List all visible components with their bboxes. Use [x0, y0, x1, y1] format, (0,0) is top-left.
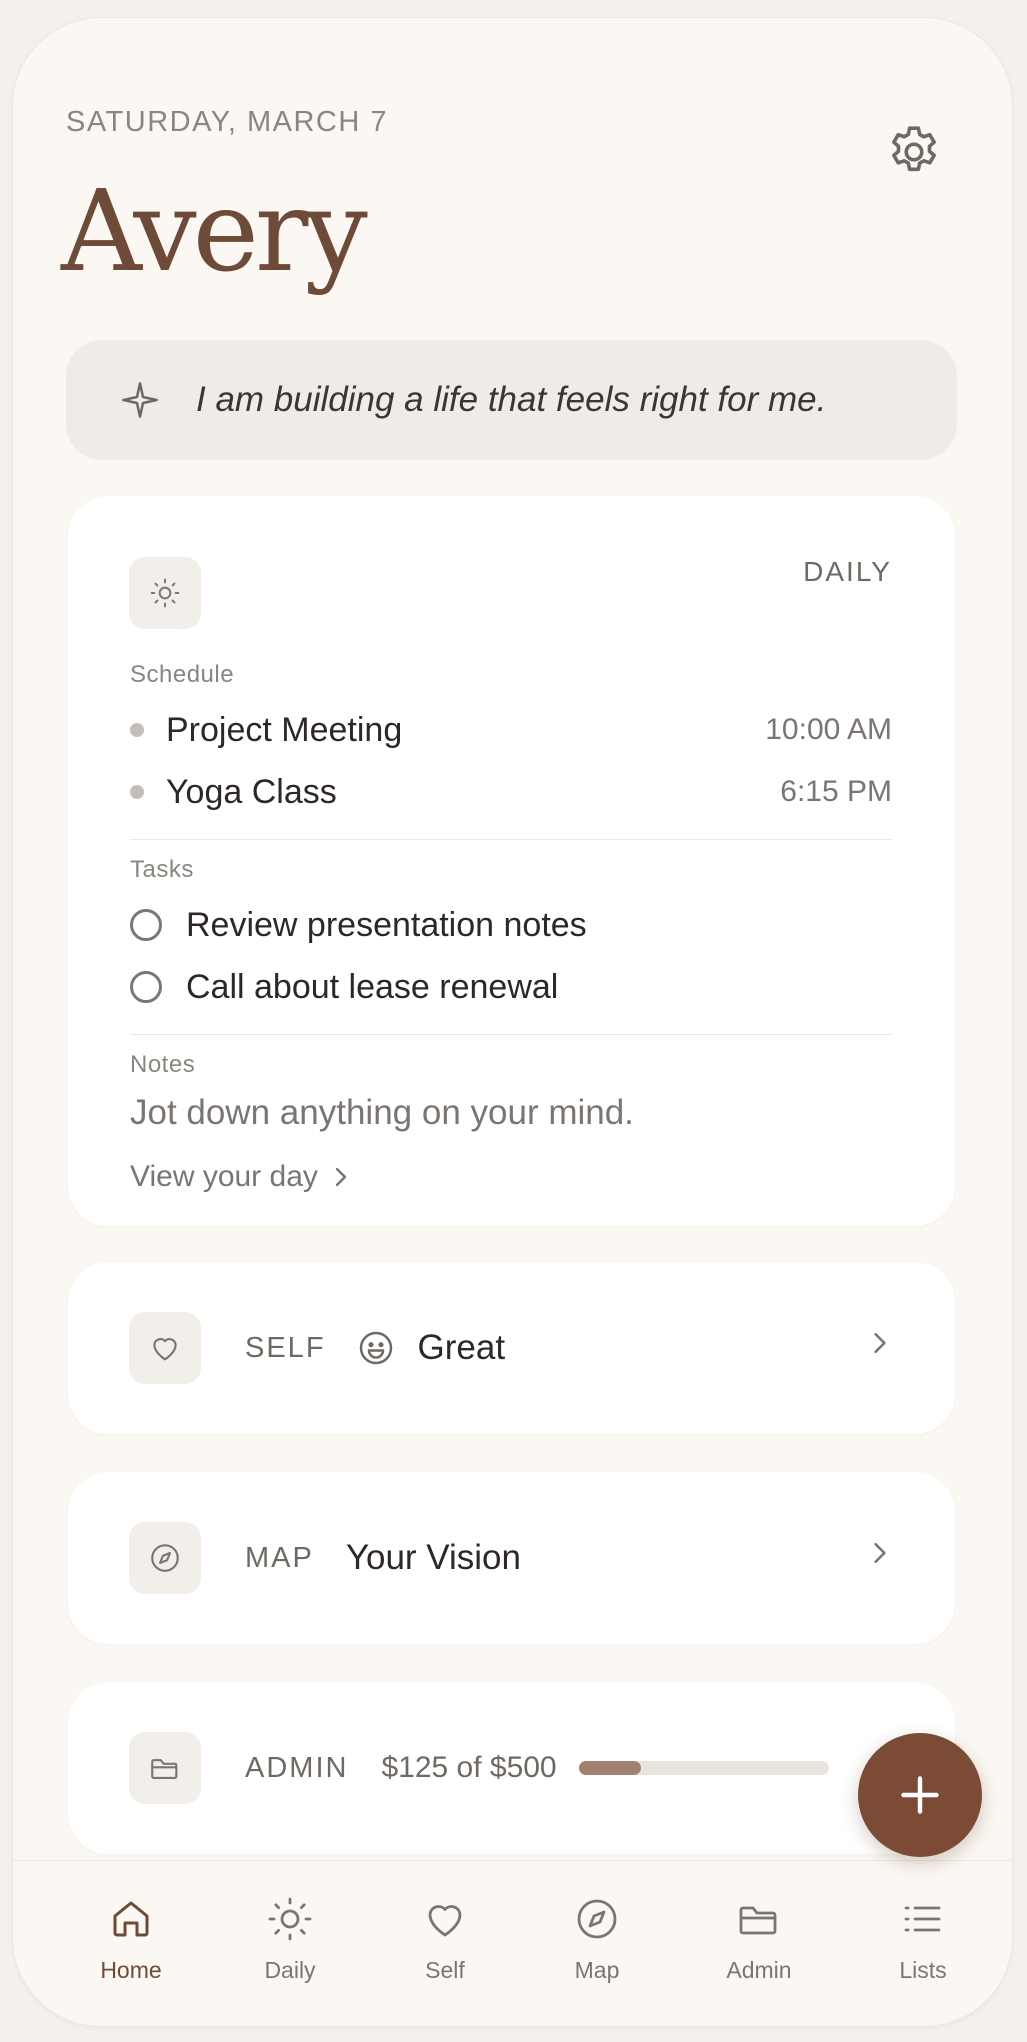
task-checkbox[interactable] — [130, 971, 162, 1003]
task-checkbox[interactable] — [130, 909, 162, 941]
smiley-icon — [359, 1331, 392, 1365]
tab-label: Map — [574, 1957, 620, 1983]
self-icon-tile — [129, 1312, 201, 1384]
schedule-title: Project Meeting — [166, 710, 403, 749]
schedule-time: 10:00 AM — [765, 713, 892, 746]
chevron-right-icon — [874, 1542, 886, 1564]
map-label: MAP — [245, 1541, 314, 1574]
chevron-right-icon — [874, 1332, 886, 1354]
self-card[interactable]: SELF Great — [68, 1262, 955, 1434]
self-section: SELF Great — [245, 1262, 505, 1434]
tab-self[interactable]: Self — [385, 1895, 505, 1984]
compass-icon — [151, 1544, 179, 1572]
folder-icon — [151, 1759, 178, 1779]
bullet-dot — [130, 723, 144, 737]
affirmation-banner[interactable]: I am building a life that feels right fo… — [66, 340, 957, 460]
tab-map[interactable]: Map — [537, 1895, 657, 1984]
bullet-dot — [130, 785, 144, 799]
divider — [130, 839, 892, 840]
compass-icon — [577, 1899, 617, 1939]
task-title: Call about lease renewal — [186, 967, 559, 1006]
divider — [130, 1034, 892, 1035]
add-button[interactable] — [858, 1733, 982, 1857]
tab-admin[interactable]: Admin — [699, 1895, 819, 1984]
tab-label: Daily — [264, 1957, 316, 1983]
view-your-day-label: View your day — [130, 1160, 318, 1193]
task-item[interactable]: Review presentation notes — [130, 900, 892, 950]
schedule-item[interactable]: Yoga Class 6:15 PM — [130, 767, 892, 817]
budget-text: $125 of $500 — [381, 1751, 557, 1784]
admin-icon-tile — [129, 1732, 201, 1804]
task-title: Review presentation notes — [186, 905, 587, 944]
view-your-day-link[interactable]: View your day — [130, 1160, 348, 1194]
date-label: SATURDAY, MARCH 7 — [66, 106, 388, 138]
task-item[interactable]: Call about lease renewal — [130, 962, 892, 1012]
tab-lists[interactable]: Lists — [863, 1895, 983, 1984]
notes-placeholder[interactable]: Jot down anything on your mind. — [130, 1093, 634, 1133]
map-icon-tile — [129, 1522, 201, 1594]
home-icon — [113, 1901, 149, 1937]
map-card[interactable]: MAP Your Vision — [68, 1472, 955, 1644]
heart-icon — [428, 1905, 462, 1937]
tab-label: Self — [425, 1957, 465, 1983]
map-value: Your Vision — [345, 1538, 521, 1577]
plus-icon — [901, 1776, 939, 1814]
map-section: MAP Your Vision — [245, 1472, 521, 1644]
tab-label: Admin — [726, 1957, 792, 1983]
affirmation-text: I am building a life that feels right fo… — [196, 380, 827, 419]
schedule-time: 6:15 PM — [780, 775, 892, 808]
budget-progress-track — [578, 1761, 829, 1775]
admin-label: ADMIN — [245, 1751, 349, 1784]
admin-card[interactable]: ADMIN $125 of $500 — [68, 1682, 955, 1854]
phone-screen: SATURDAY, MARCH 7 Avery I am building a … — [13, 18, 1012, 2026]
folder-icon — [739, 1906, 777, 1935]
sun-icon — [150, 578, 180, 608]
list-icon — [904, 1906, 941, 1932]
heart-icon — [153, 1338, 177, 1361]
sun-icon — [268, 1897, 312, 1941]
self-label: SELF — [245, 1331, 326, 1364]
chevron-right-icon — [335, 1167, 347, 1187]
schedule-title: Yoga Class — [166, 772, 337, 811]
tab-label: Home — [100, 1957, 162, 1983]
schedule-item[interactable]: Project Meeting 10:00 AM — [130, 705, 892, 755]
daily-badge: DAILY — [803, 556, 892, 587]
settings-button[interactable] — [883, 121, 945, 183]
sparkle-icon — [122, 382, 158, 418]
daily-card[interactable]: DAILY Schedule Project Meeting 10:00 AM … — [68, 496, 955, 1226]
user-name: Avery — [61, 167, 368, 297]
bottom-tab-bar: Home Daily Self Map Admin Lists — [13, 1860, 1012, 2026]
tasks-label: Tasks — [130, 856, 194, 883]
budget-progress-fill — [578, 1761, 642, 1775]
tab-daily[interactable]: Daily — [230, 1895, 350, 1984]
gear-icon — [892, 126, 936, 172]
notes-label: Notes — [130, 1051, 196, 1078]
schedule-label: Schedule — [130, 661, 235, 688]
daily-icon-tile — [129, 557, 201, 629]
tab-label: Lists — [899, 1957, 947, 1983]
tab-home[interactable]: Home — [71, 1895, 191, 1984]
admin-section: ADMIN $125 of $500 — [245, 1682, 829, 1854]
mood-value: Great — [417, 1328, 506, 1367]
